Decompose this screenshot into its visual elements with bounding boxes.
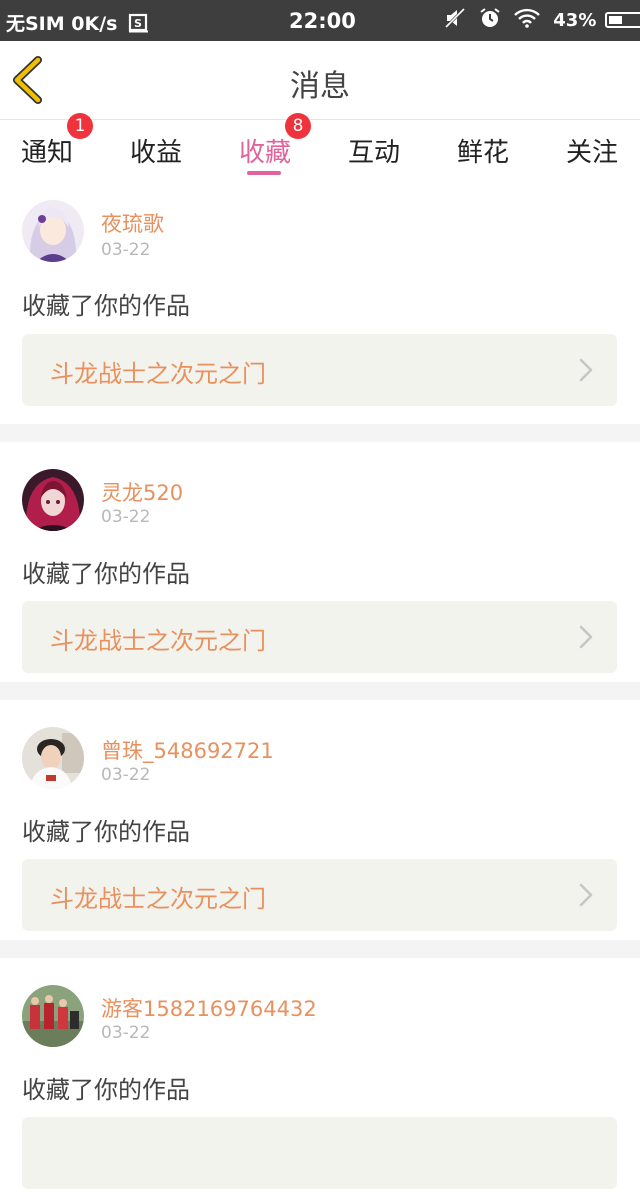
timestamp: 03-22 [101,765,151,785]
tab-earnings[interactable]: 收益 [130,132,182,169]
chevron-right-icon [579,358,593,382]
action-text: 收藏了你的作品 [22,560,190,588]
chevron-right-icon [579,883,593,907]
status-bar: 无SIM 0K/s S 22:00 43% [0,0,640,41]
username[interactable]: 曾珠_548692721 [101,735,274,765]
username[interactable]: 夜琉歌 [101,208,164,238]
alarm-icon [479,7,501,33]
avatar[interactable] [22,469,84,531]
work-link[interactable] [22,1117,617,1189]
tab-notifications[interactable]: 通知 [21,132,73,169]
list-item: 游客1582169764432 03-22 收藏了你的作品 [0,958,640,1198]
card-separator [0,940,640,958]
notification-badge: 1 [67,113,93,139]
page-title: 消息 [290,69,350,104]
clock: 22:00 [289,9,356,33]
carrier-label: 无SIM [6,13,65,35]
mute-icon [444,7,466,33]
tab-follows[interactable]: 关注 [566,132,618,169]
list-item: 曾珠_548692721 03-22 收藏了你的作品 斗龙战士之次元之门 [0,700,640,940]
work-link[interactable]: 斗龙战士之次元之门 [22,601,617,673]
work-link[interactable]: 斗龙战士之次元之门 [22,859,617,931]
battery-percent: 43% [553,9,597,31]
avatar[interactable] [22,727,84,789]
username[interactable]: 灵龙520 [101,477,183,507]
avatar[interactable] [22,985,84,1047]
action-text: 收藏了你的作品 [22,1076,190,1104]
header-bar: 消息 [0,41,640,120]
favorites-badge: 8 [285,113,311,139]
net-speed: 0K/s [71,13,118,35]
timestamp: 03-22 [101,507,151,527]
status-left: 无SIM 0K/s S [6,9,150,38]
tab-bar: 通知 收益 收藏 互动 鲜花 关注 1 8 [0,113,640,182]
work-title: 斗龙战士之次元之门 [50,885,266,913]
timestamp: 03-22 [101,1023,151,1043]
tab-interactions[interactable]: 互动 [348,132,400,169]
work-title: 斗龙战士之次元之门 [50,360,266,388]
work-title: 斗龙战士之次元之门 [50,627,266,655]
work-link[interactable]: 斗龙战士之次元之门 [22,334,617,406]
svg-text:S: S [134,17,142,30]
tab-favorites[interactable]: 收藏 [239,132,291,169]
message-list: 夜琉歌 03-22 收藏了你的作品 斗龙战士之次元之门 灵龙520 03-22 … [0,184,640,1198]
action-text: 收藏了你的作品 [22,818,190,846]
action-text: 收藏了你的作品 [22,292,190,320]
username[interactable]: 游客1582169764432 [101,993,317,1023]
card-separator [0,682,640,700]
avatar[interactable] [22,200,84,262]
tab-flowers[interactable]: 鲜花 [457,132,509,169]
wifi-icon [514,8,541,32]
status-right: 43% [444,7,640,35]
list-item: 灵龙520 03-22 收藏了你的作品 斗龙战士之次元之门 [0,442,640,682]
active-tab-indicator [247,171,281,175]
list-item: 夜琉歌 03-22 收藏了你的作品 斗龙战士之次元之门 [0,184,640,424]
chevron-right-icon [579,625,593,649]
timestamp: 03-22 [101,240,151,260]
card-separator [0,424,640,442]
sim-icon: S [128,13,150,38]
battery-icon [605,12,640,28]
